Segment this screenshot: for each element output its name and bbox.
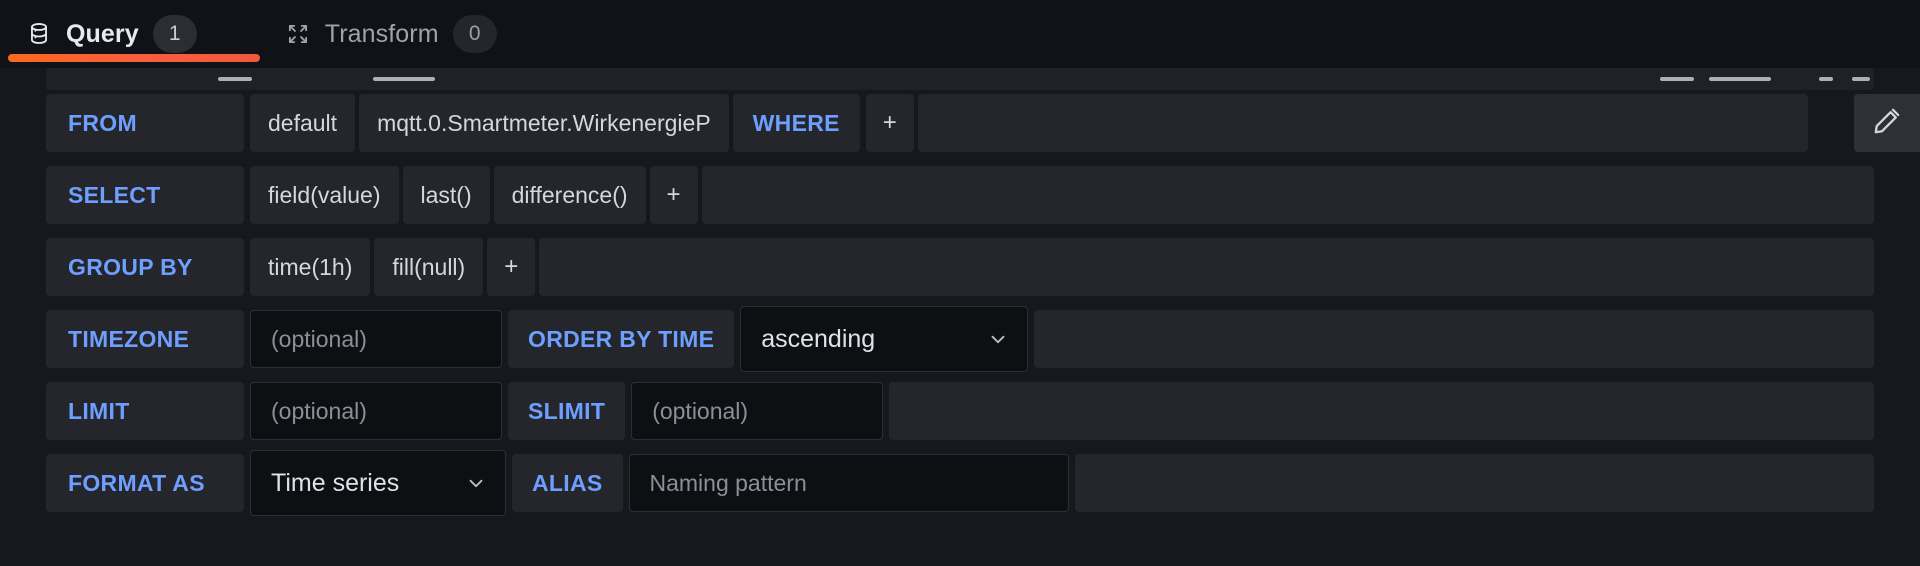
toolbar-mark [1819,77,1833,81]
order-by-time-value: ascending [761,324,876,353]
toolbar-mark [218,77,252,81]
row-from: FROM default mqtt.0.Smartmeter.Wirkenerg… [0,94,1920,152]
tab-transform-badge: 0 [452,15,497,53]
timezone-row-filler [1034,310,1874,368]
group-by-add-button[interactable]: + [487,238,536,296]
format-as-label: FORMAT AS [46,454,244,512]
toolbar-mark [1709,77,1771,81]
query-rows: FROM default mqtt.0.Smartmeter.Wirkenerg… [0,94,1920,526]
row-limit: LIMIT (optional) SLIMIT (optional) [0,382,1920,440]
from-row-filler [917,94,1808,152]
transform-icon [285,21,311,47]
limit-label: LIMIT [46,382,244,440]
row-group-by: GROUP BY time(1h) fill(null) + [0,238,1920,296]
tab-query[interactable]: Query 1 [8,0,260,68]
active-tab-indicator [8,54,260,62]
group-by-row-filler [539,238,1874,296]
slimit-input[interactable]: (optional) [631,382,884,440]
slimit-label: SLIMIT [508,382,626,440]
toggle-text-edit-mode-button[interactable] [1854,94,1920,152]
chevron-down-icon [465,472,487,494]
select-row-filler [701,166,1874,224]
format-as-select[interactable]: Time series [250,450,506,516]
select-label: SELECT [46,166,244,224]
group-by-part-time[interactable]: time(1h) [250,238,371,296]
select-part-last[interactable]: last() [402,166,490,224]
where-label: WHERE [732,94,860,152]
where-add-button[interactable]: + [865,94,914,152]
limit-row-filler [889,382,1874,440]
chevron-down-icon [987,328,1009,350]
edit-icon [1871,105,1903,142]
tab-transform-label: Transform [324,19,439,48]
from-measurement-segment[interactable]: mqtt.0.Smartmeter.WirkenergieP [359,94,729,152]
order-by-time-label: ORDER BY TIME [508,310,735,368]
influx-query-editor: FROM default mqtt.0.Smartmeter.Wirkenerg… [0,68,1920,566]
from-label: FROM [46,94,244,152]
order-by-time-select[interactable]: ascending [740,306,1029,372]
tab-query-badge: 1 [152,15,197,53]
panel-editor-tabs: Query 1 Transform 0 [0,0,1920,68]
toolbar-mark [1852,77,1870,81]
group-by-part-fill[interactable]: fill(null) [374,238,484,296]
tab-transform[interactable]: Transform 0 [281,0,519,68]
database-icon [26,21,52,47]
toolbar-mark [1660,77,1694,81]
row-timezone: TIMEZONE (optional) ORDER BY TIME ascend… [0,306,1920,372]
row-format-as: FORMAT AS Time series ALIAS Naming patte… [0,450,1920,516]
limit-input[interactable]: (optional) [250,382,502,440]
group-by-label: GROUP BY [46,238,244,296]
select-part-field[interactable]: field(value) [250,166,399,224]
query-row-toolbar-clipped [46,68,1874,90]
format-row-filler [1074,454,1874,512]
from-policy-segment[interactable]: default [250,94,356,152]
row-select: SELECT field(value) last() difference() … [0,166,1920,224]
alias-input[interactable]: Naming pattern [628,454,1069,512]
timezone-label: TIMEZONE [46,310,244,368]
select-add-button[interactable]: + [649,166,698,224]
toolbar-mark [373,77,435,81]
tab-query-label: Query [66,19,139,48]
alias-label: ALIAS [512,454,623,512]
timezone-input[interactable]: (optional) [250,310,502,368]
select-part-difference[interactable]: difference() [493,166,646,224]
format-as-value: Time series [271,468,400,497]
